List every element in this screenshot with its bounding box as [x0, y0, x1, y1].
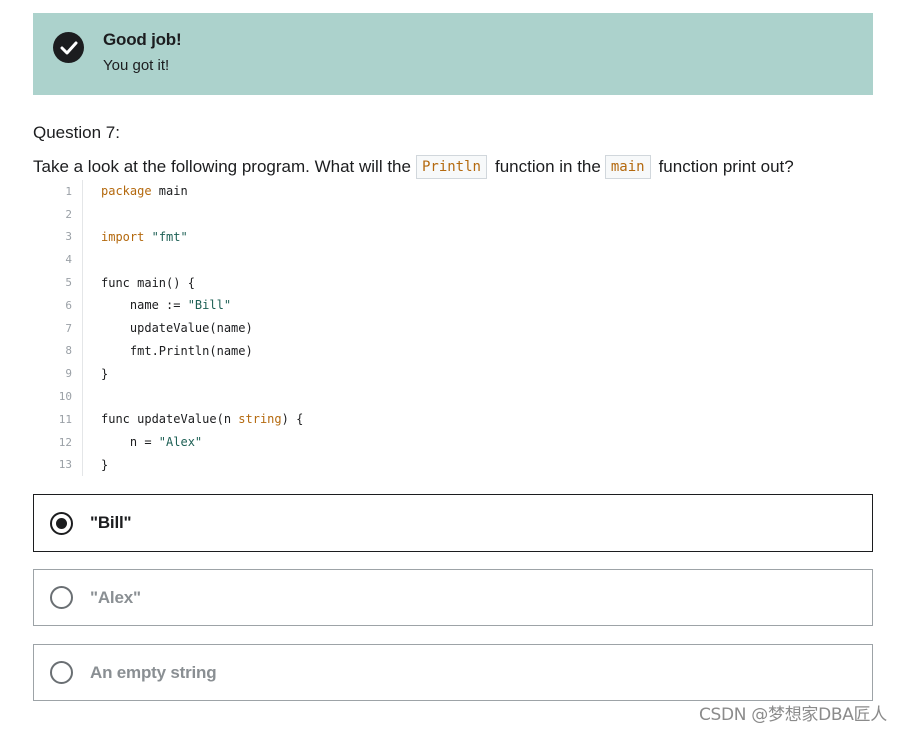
question-text-before: Take a look at the following program. Wh…	[33, 157, 411, 176]
line-number: 10	[33, 385, 83, 408]
success-banner: Good job! You got it!	[33, 13, 873, 95]
code-line: 8 fmt.Println(name)	[33, 339, 873, 363]
question-text: Take a look at the following program. Wh…	[33, 155, 794, 179]
code-text: name := "Bill"	[101, 298, 232, 313]
answer-label: "Alex"	[90, 587, 141, 607]
answer-label: "Bill"	[90, 513, 132, 532]
line-number: 3	[33, 225, 83, 249]
code-line: 4	[33, 248, 873, 272]
question-text-after: function print out?	[658, 157, 794, 176]
inline-code-main: main	[604, 155, 651, 179]
code-text: updateValue(name)	[101, 321, 253, 336]
line-number: 12	[33, 430, 83, 454]
code-line: 1 package main	[33, 180, 873, 203]
line-number: 1	[33, 180, 83, 203]
watermark: CSDN @梦想家DBA匠人	[698, 705, 887, 725]
code-text: func main() {	[101, 275, 195, 290]
banner-subtitle: You got it!	[103, 57, 170, 74]
code-line: 9 }	[33, 362, 873, 386]
radio-empty-icon[interactable]	[50, 586, 73, 609]
code-line: 7 updateValue(name)	[33, 316, 873, 340]
code-line: 13 }	[33, 453, 873, 477]
code-block: 1 package main 2 3 import "fmt" 4 5 func…	[33, 180, 873, 477]
line-number: 7	[33, 316, 83, 340]
inline-code-println: Println	[415, 155, 487, 179]
answer-option-alex[interactable]: "Alex"	[33, 569, 873, 626]
line-number: 11	[33, 407, 83, 431]
radio-empty-icon[interactable]	[50, 661, 73, 684]
code-line: 11 func updateValue(n string) {	[33, 407, 873, 431]
check-circle-icon	[53, 32, 84, 63]
radio-selected-icon[interactable]	[50, 511, 73, 535]
line-number: 9	[33, 362, 83, 386]
question-label: Question 7:	[33, 123, 120, 142]
code-line: 3 import "fmt"	[33, 225, 873, 249]
answer-option-bill[interactable]: "Bill"	[33, 494, 873, 552]
line-number: 8	[33, 339, 83, 363]
code-line: 12 n = "Alex"	[33, 430, 873, 454]
code-line: 5 func main() {	[33, 271, 873, 294]
answer-label: An empty string	[90, 662, 217, 682]
line-number: 6	[33, 293, 83, 317]
code-text: fmt.Println(name)	[101, 343, 253, 358]
code-text: }	[101, 457, 109, 472]
code-text: func updateValue(n string) {	[101, 412, 304, 427]
code-text: n = "Alex"	[101, 435, 203, 450]
question-text-middle: function in the	[494, 157, 601, 176]
line-number: 2	[33, 202, 83, 226]
code-line: 10	[33, 385, 873, 408]
code-text: import "fmt"	[101, 229, 188, 244]
line-number: 13	[33, 453, 83, 477]
code-line: 6 name := "Bill"	[33, 293, 873, 317]
code-text: package main	[101, 184, 188, 199]
code-text: }	[101, 366, 109, 381]
answer-option-empty-string[interactable]: An empty string	[33, 644, 873, 701]
line-number: 5	[33, 271, 83, 294]
code-line: 2	[33, 202, 873, 226]
line-number: 4	[33, 248, 83, 272]
banner-title: Good job!	[103, 30, 182, 49]
